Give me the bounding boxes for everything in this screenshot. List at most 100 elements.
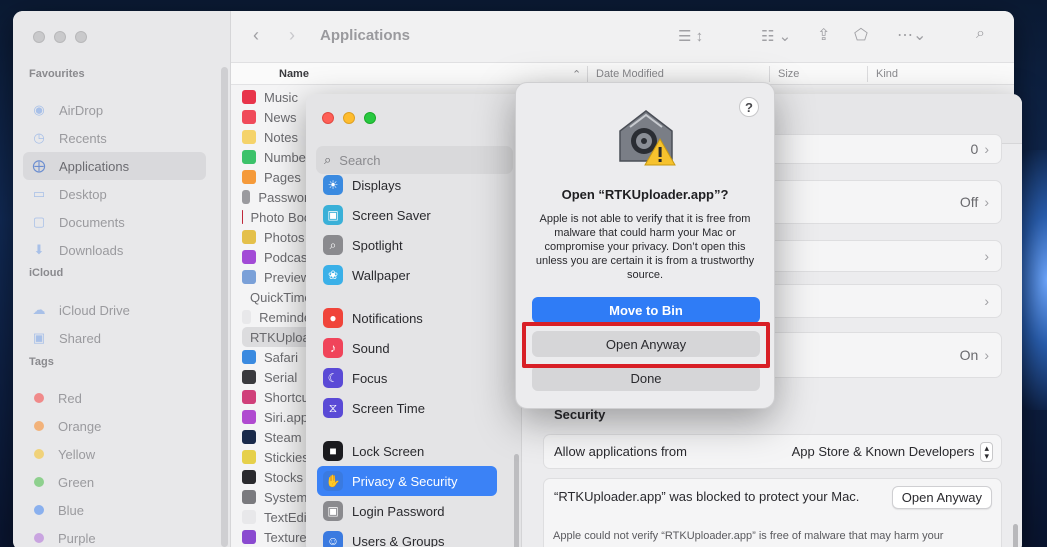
- file-name: Siri.app: [264, 409, 309, 425]
- settings-item-label: Sound: [352, 340, 390, 356]
- tag-dot-icon: [34, 449, 44, 459]
- help-button[interactable]: ?: [739, 97, 759, 117]
- wallpaper-icon: ❀: [323, 265, 343, 285]
- column-kind[interactable]: Kind: [876, 68, 898, 80]
- file-name: System: [264, 489, 308, 505]
- tag-icon[interactable]: ⬠: [854, 25, 868, 45]
- zoom-button[interactable]: [75, 31, 87, 43]
- sidebar-item-desktop[interactable]: ▭ Desktop: [23, 180, 206, 208]
- app-icon: [242, 150, 256, 164]
- more-options-icon[interactable]: ⋯⌄: [897, 25, 926, 45]
- allow-apps-value: App Store & Known Developers: [791, 444, 975, 459]
- app-icon: [242, 190, 251, 204]
- settings-sidebar-scrollbar[interactable]: [514, 454, 519, 547]
- minimize-button[interactable]: [54, 31, 66, 43]
- app-icon: [242, 90, 256, 104]
- settings-item-wallpaper[interactable]: ❀ Wallpaper: [317, 260, 497, 290]
- sidebar-tag-orange[interactable]: Orange: [23, 412, 206, 440]
- done-button[interactable]: Done: [532, 365, 760, 391]
- sidebar-item-label: Applications: [59, 158, 130, 174]
- file-name: Notes: [264, 129, 298, 145]
- minimize-button[interactable]: [343, 112, 355, 124]
- desktop-icon: ▭: [32, 186, 46, 201]
- app-icon: [242, 390, 256, 404]
- blocked-app-text: “RTKUploader.app” was blocked to protect…: [554, 489, 860, 504]
- settings-item-screen-time[interactable]: ⧖ Screen Time: [317, 393, 497, 423]
- app-icon: [242, 130, 256, 144]
- settings-item-label: Login Password: [352, 503, 445, 519]
- tag-dot-icon: [34, 421, 44, 431]
- settings-item-lock-screen[interactable]: ■ Lock Screen: [317, 436, 497, 466]
- allow-apps-label: Allow applications from: [554, 444, 687, 459]
- finder-sidebar: Favourites ◉ AirDrop ◷ Recents ⨁ Applications…: [13, 11, 231, 547]
- pane-scrollbar[interactable]: [1013, 524, 1018, 547]
- finder-title: Applications: [320, 27, 411, 44]
- sidebar-tag-yellow[interactable]: Yellow: [23, 440, 206, 468]
- chevron-right-icon: ›: [984, 141, 989, 157]
- list-view-icon[interactable]: ☰ ↕: [678, 27, 703, 45]
- blocked-app-note: Apple could not verify “RTKUploader.app”…: [553, 530, 944, 542]
- column-divider: [769, 66, 770, 82]
- sidebar-item-label: AirDrop: [59, 102, 104, 118]
- settings-item-sound[interactable]: ♪ Sound: [317, 333, 497, 363]
- close-button[interactable]: [33, 31, 45, 43]
- screen-time-icon: ⧖: [323, 398, 343, 418]
- share-icon[interactable]: ⇪: [817, 25, 830, 45]
- sidebar-item-label: Downloads: [59, 242, 124, 258]
- file-name: Texture: [264, 529, 307, 545]
- settings-item-login-password[interactable]: ▣ Login Password: [317, 496, 497, 526]
- row-value: Off: [959, 194, 979, 210]
- alert-message: Apple is not able to verify that it is f…: [535, 213, 755, 281]
- allow-apps-row: Allow applications from App Store & Know…: [543, 434, 1002, 469]
- settings-item-label: Lock Screen: [352, 443, 425, 459]
- alert-title: Open “RTKUploader.app”?: [561, 187, 729, 202]
- move-to-bin-button[interactable]: Move to Bin: [532, 297, 760, 323]
- open-anyway-settings-button[interactable]: Open Anyway: [891, 486, 992, 509]
- highlight-annotation: [522, 322, 770, 368]
- app-icon: [242, 470, 256, 484]
- column-name[interactable]: Name: [279, 68, 309, 80]
- cloud-icon: ☁: [32, 302, 46, 317]
- settings-item-focus[interactable]: ☾ Focus: [317, 363, 497, 393]
- settings-item-spotlight[interactable]: ⌕ Spotlight: [317, 230, 497, 260]
- settings-item-screen-saver[interactable]: ▣ Screen Saver: [317, 200, 497, 230]
- forward-chevron-icon[interactable]: ›: [289, 25, 295, 46]
- updown-chevron-icon: ▴ ▾: [980, 441, 993, 462]
- sidebar-item-shared[interactable]: ▣ Shared: [23, 324, 206, 352]
- app-icon: [242, 110, 256, 124]
- sidebar-item-downloads[interactable]: ⬇ Downloads: [23, 236, 206, 264]
- sidebar-item-recents[interactable]: ◷ Recents: [23, 124, 206, 152]
- column-size[interactable]: Size: [778, 68, 799, 80]
- search-icon[interactable]: ⌕: [976, 25, 985, 43]
- sidebar-item-airdrop[interactable]: ◉ AirDrop: [23, 96, 206, 124]
- app-icon: [242, 410, 256, 424]
- app-icon: [242, 270, 256, 284]
- settings-item-label: Notifications: [352, 310, 423, 326]
- sidebar-scrollbar[interactable]: [221, 67, 228, 547]
- settings-item-users-groups[interactable]: ☺ Users & Groups: [317, 526, 497, 547]
- settings-item-displays[interactable]: ☀ Displays: [317, 170, 497, 200]
- sidebar-section-favourites: Favourites: [29, 68, 85, 80]
- settings-item-notifications[interactable]: ● Notifications: [317, 303, 497, 333]
- settings-item-privacy-security[interactable]: ✋ Privacy & Security: [317, 466, 497, 496]
- close-button[interactable]: [322, 112, 334, 124]
- sidebar-tag-red[interactable]: Red: [23, 384, 206, 412]
- allow-apps-popup[interactable]: App Store & Known Developers ▴ ▾: [791, 441, 993, 462]
- sidebar-item-applications[interactable]: ⨁ Applications: [23, 152, 206, 180]
- sidebar-tag-purple[interactable]: Purple: [23, 524, 206, 547]
- sidebar-item-icloud-drive[interactable]: ☁ iCloud Drive: [23, 296, 206, 324]
- sidebar-tag-blue[interactable]: Blue: [23, 496, 206, 524]
- sidebar-item-documents[interactable]: ▢ Documents: [23, 208, 206, 236]
- back-chevron-icon[interactable]: ‹: [253, 25, 259, 46]
- sidebar-section-tags: Tags: [29, 356, 54, 368]
- sort-chevron-icon[interactable]: ⌃: [572, 68, 581, 81]
- group-icon[interactable]: ☷ ⌄: [761, 27, 791, 45]
- download-icon: ⬇: [33, 242, 45, 257]
- zoom-button[interactable]: [364, 112, 376, 124]
- lock-screen-icon: ■: [323, 441, 343, 461]
- sidebar-tag-green[interactable]: Green: [23, 468, 206, 496]
- column-date-modified[interactable]: Date Modified: [596, 68, 664, 80]
- finder-toolbar: ‹ › Applications ☰ ↕ ☷ ⌄ ⇪ ⬠ ⋯⌄ ⌕: [231, 11, 1014, 63]
- file-name: Pages: [264, 169, 301, 185]
- file-name: Preview: [264, 269, 311, 285]
